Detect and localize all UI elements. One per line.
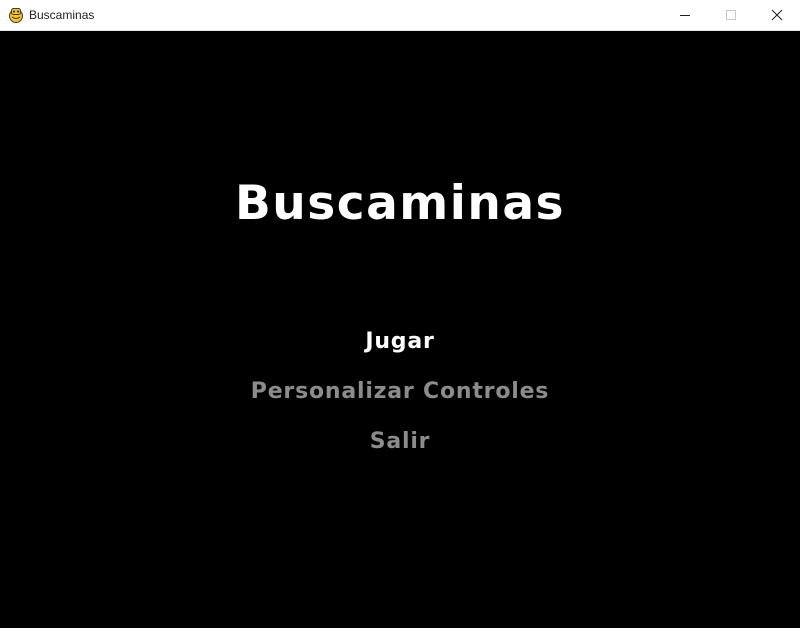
menu-item-play[interactable]: Jugar (0, 328, 800, 356)
app-window: Buscaminas Buscaminas Jugar Personalizar… (0, 0, 800, 628)
close-icon (771, 9, 783, 21)
pygame-snake-icon (9, 8, 23, 23)
menu-item-customize-controls[interactable]: Personalizar Controles (0, 378, 800, 406)
menu-item-play-label: Jugar (365, 329, 435, 354)
maximize-icon (726, 10, 736, 20)
title-bar[interactable]: Buscaminas (0, 0, 800, 31)
game-title: Buscaminas (234, 176, 566, 231)
maximize-button[interactable] (708, 0, 754, 30)
minimize-icon (680, 15, 690, 16)
minimize-button[interactable] (662, 0, 708, 30)
window-title: Buscaminas (29, 8, 95, 22)
close-button[interactable] (754, 0, 800, 30)
game-canvas[interactable]: Buscaminas Jugar Personalizar Controles … (0, 31, 800, 628)
menu-item-exit[interactable]: Salir (0, 428, 800, 456)
menu-item-exit-label: Salir (369, 429, 431, 454)
menu-item-customize-controls-label: Personalizar Controles (250, 379, 550, 404)
